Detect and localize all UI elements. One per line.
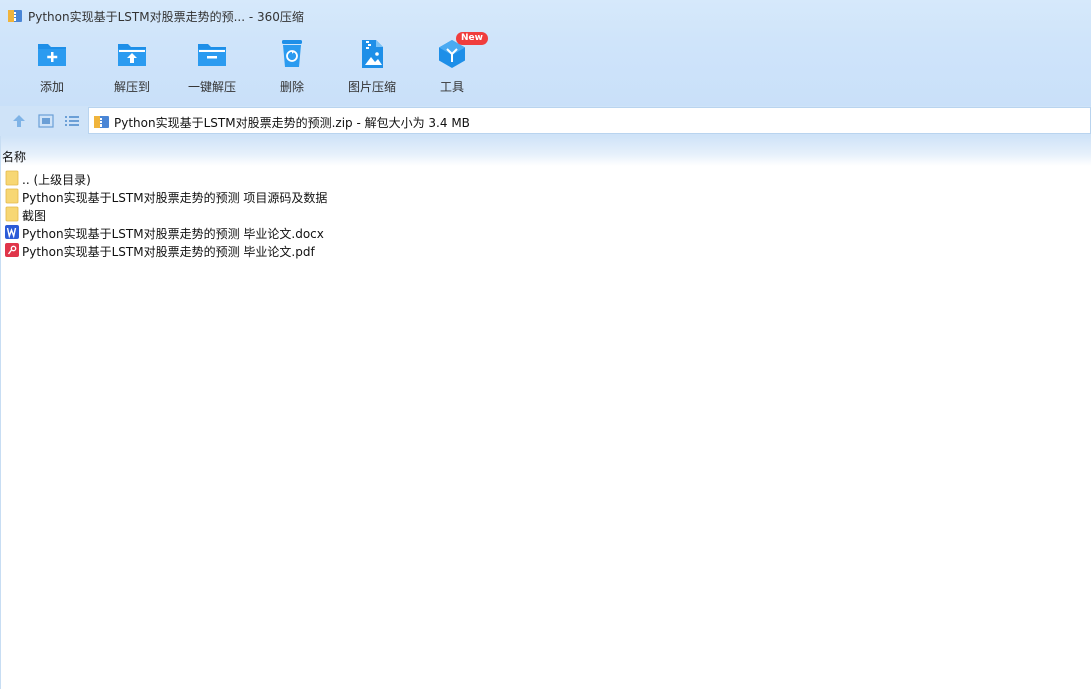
app-window: Python实现基于LSTM对股票走势的预... - 360压缩 添加 解压到 …	[0, 0, 1091, 689]
list-item-name: .. (上级目录)	[22, 173, 91, 187]
folder-icon	[5, 206, 19, 222]
tools-label: 工具	[439, 80, 464, 94]
address-path: Python实现基于LSTM对股票走势的预测.zip - 解包大小为 3.4 M…	[114, 116, 470, 130]
add-button[interactable]: 添加	[14, 38, 90, 98]
image-compress-button[interactable]: 图片压缩	[334, 38, 410, 98]
one-click-extract-label: 一键解压	[187, 80, 236, 94]
one-click-extract-button[interactable]: 一键解压	[174, 38, 250, 98]
new-badge: New	[456, 32, 488, 45]
file-list: 名称 .. (上级目录) Python实现基于LSTM对股票走势的预测 项目源码…	[0, 136, 1091, 689]
list-item[interactable]: Python实现基于LSTM对股票走势的预测 毕业论文.docx	[1, 223, 401, 241]
word-document-icon	[5, 225, 19, 239]
add-label: 添加	[39, 80, 64, 94]
image-zip-icon	[362, 40, 383, 68]
folder-icon	[5, 188, 19, 204]
list-item-name: 截图	[22, 209, 47, 223]
folder-add-icon	[38, 44, 66, 66]
zip-archive-icon	[94, 116, 109, 128]
list-item-name: Python实现基于LSTM对股票走势的预测 毕业论文.docx	[22, 227, 324, 241]
arrow-up-icon[interactable]	[11, 114, 27, 128]
list-item[interactable]: .. (上级目录)	[1, 169, 401, 187]
delete-label: 删除	[279, 80, 304, 94]
header-area: Python实现基于LSTM对股票走势的预... - 360压缩 添加 解压到 …	[0, 0, 1091, 106]
folder-minus-icon	[198, 44, 226, 66]
thumbnail-view-icon[interactable]	[38, 114, 54, 128]
column-header-name[interactable]: 名称	[2, 148, 26, 165]
title-bar[interactable]: Python实现基于LSTM对股票走势的预... - 360压缩	[0, 0, 1091, 32]
tools-button[interactable]: New 工具	[414, 32, 490, 98]
image-compress-label: 图片压缩	[347, 80, 396, 94]
address-field[interactable]: Python实现基于LSTM对股票走势的预测.zip - 解包大小为 3.4 M…	[88, 107, 1091, 134]
extract-to-button[interactable]: 解压到	[94, 38, 170, 98]
address-bar-row: Python实现基于LSTM对股票走势的预测.zip - 解包大小为 3.4 M…	[0, 106, 1091, 136]
list-header: 名称	[1, 136, 1091, 166]
pdf-document-icon	[5, 243, 19, 257]
list-item[interactable]: Python实现基于LSTM对股票走势的预测 毕业论文.pdf	[1, 241, 401, 259]
list-item[interactable]: Python实现基于LSTM对股票走势的预测 项目源码及数据	[1, 187, 401, 205]
delete-button[interactable]: 删除	[254, 38, 330, 98]
list-item[interactable]: 截图	[1, 205, 401, 223]
folder-extract-icon	[118, 44, 146, 66]
folder-icon	[5, 170, 19, 186]
toolbar: 添加 解压到 一键解压 删除 图片压缩 New 工具	[0, 32, 1091, 106]
list-item-name: Python实现基于LSTM对股票走势的预测 毕业论文.pdf	[22, 245, 315, 259]
zip-archive-icon	[8, 10, 22, 22]
window-title: Python实现基于LSTM对股票走势的预... - 360压缩	[28, 10, 304, 24]
recycle-bin-icon	[282, 40, 302, 67]
list-view-icon[interactable]	[64, 114, 80, 128]
list-item-name: Python实现基于LSTM对股票走势的预测 项目源码及数据	[22, 191, 328, 205]
extract-to-label: 解压到	[113, 80, 150, 94]
